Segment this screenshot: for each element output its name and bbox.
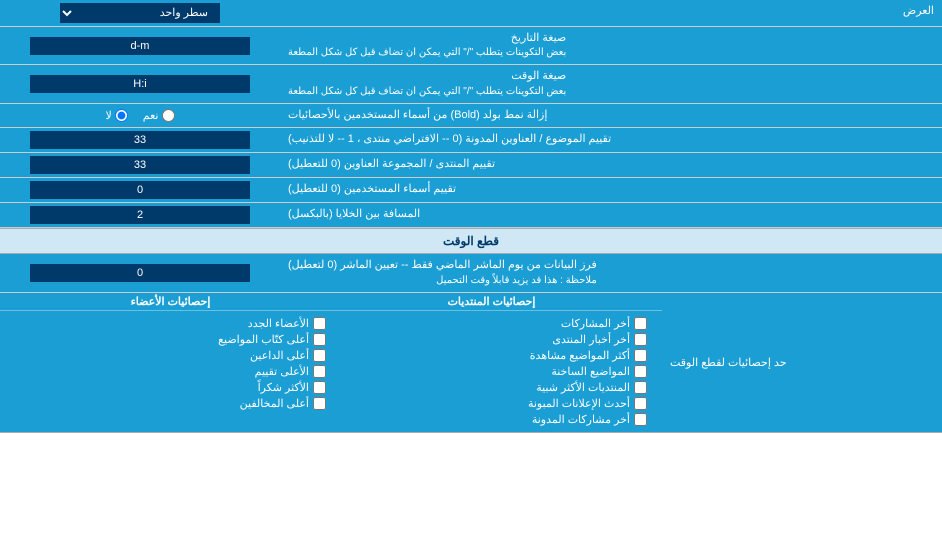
time-format-row: صيغة الوقت بعض التكوينات يتطلب "/" التي … [0, 65, 942, 103]
header-label: العرض [280, 0, 942, 26]
cb-col1-4[interactable]: المنتديات الأكثر شبية [336, 381, 647, 394]
sort-forum-input[interactable] [30, 156, 250, 174]
cb-col2-4[interactable]: الأكثر شكراً [15, 381, 326, 394]
sort-topics-row: تقييم الموضوع / العناوين المدونة (0 -- ا… [0, 128, 942, 153]
cb-col1-1[interactable]: أخر أخبار المنتدى [336, 333, 647, 346]
cb-col1-0[interactable]: أخر المشاركات [336, 317, 647, 330]
sort-topics-input[interactable] [30, 131, 250, 149]
time-format-input-cell[interactable] [0, 65, 280, 102]
sort-users-input[interactable] [30, 181, 250, 199]
sort-forum-input-cell[interactable] [0, 153, 280, 177]
cutoff-days-label: فرز البيانات من يوم الماشر الماضي فقط --… [280, 254, 942, 291]
bold-remove-radio-cell[interactable]: نعم لا [0, 104, 280, 127]
stats-limit-label: حد إحصائيات لقطع الوقت [662, 293, 942, 432]
cb-col2-3[interactable]: الأعلى تقييم [15, 365, 326, 378]
cell-spacing-input[interactable] [30, 206, 250, 224]
cb-col1-4-input[interactable] [634, 381, 647, 394]
cutoff-section-header: قطع الوقت [0, 228, 942, 254]
cb-col2-2[interactable]: أعلى الداعين [15, 349, 326, 362]
cutoff-days-input-cell[interactable] [0, 254, 280, 291]
bold-remove-row: إزالة نمط بولد (Bold) من أسماء المستخدمي… [0, 104, 942, 128]
cb-col2-1[interactable]: أعلى كتّاب المواضيع [15, 333, 326, 346]
col2-header: إحصائيات الأعضاء [10, 295, 331, 308]
cb-col1-5[interactable]: أحدث الإعلانات المبونة [336, 397, 647, 410]
sort-users-label: تقييم أسماء المستخدمين (0 للتعطيل) [280, 178, 942, 202]
view-select[interactable]: سطر واحدسطرينثلاثة أسطر [60, 3, 220, 23]
cb-col1-6[interactable]: أخر مشاركات المدونة [336, 413, 647, 426]
cb-col2-1-input[interactable] [313, 333, 326, 346]
cb-col1-6-input[interactable] [634, 413, 647, 426]
cell-spacing-row: المسافة بين الخلايا (بالبكسل) [0, 203, 942, 228]
header-row: العرض سطر واحدسطرينثلاثة أسطر [0, 0, 942, 27]
checkbox-col2: الأعضاء الجدد أعلى كتّاب المواضيع أعلى ا… [10, 315, 331, 428]
bold-no-label[interactable]: لا [106, 109, 128, 122]
col1-header: إحصائيات المنتديات [331, 295, 652, 308]
cb-col1-2[interactable]: أكثر المواضيع مشاهدة [336, 349, 647, 362]
cb-col2-5-input[interactable] [313, 397, 326, 410]
sort-users-row: تقييم أسماء المستخدمين (0 للتعطيل) [0, 178, 942, 203]
cb-col2-2-input[interactable] [313, 349, 326, 362]
cb-col2-0[interactable]: الأعضاء الجدد [15, 317, 326, 330]
cb-col1-3-input[interactable] [634, 365, 647, 378]
sort-forum-row: تقييم المنتدى / المجموعة العناوين (0 للت… [0, 153, 942, 178]
cb-col1-5-input[interactable] [634, 397, 647, 410]
cutoff-days-row: فرز البيانات من يوم الماشر الماضي فقط --… [0, 254, 942, 292]
sort-users-input-cell[interactable] [0, 178, 280, 202]
cb-col1-1-input[interactable] [634, 333, 647, 346]
time-format-label: صيغة الوقت بعض التكوينات يتطلب "/" التي … [280, 65, 942, 102]
bold-yes-radio[interactable] [162, 109, 175, 122]
cell-spacing-input-cell[interactable] [0, 203, 280, 227]
cb-col2-0-input[interactable] [313, 317, 326, 330]
cutoff-days-input[interactable] [30, 264, 250, 282]
date-format-label: صيغة التاريخ بعض التكوينات يتطلب "/" الت… [280, 27, 942, 64]
cb-col2-3-input[interactable] [313, 365, 326, 378]
sort-forum-label: تقييم المنتدى / المجموعة العناوين (0 للت… [280, 153, 942, 177]
cb-col2-4-input[interactable] [313, 381, 326, 394]
date-format-input[interactable] [30, 37, 250, 55]
date-format-row: صيغة التاريخ بعض التكوينات يتطلب "/" الت… [0, 27, 942, 65]
sort-topics-input-cell[interactable] [0, 128, 280, 152]
bold-no-radio[interactable] [115, 109, 128, 122]
checkbox-col1: أخر المشاركات أخر أخبار المنتدى أكثر الم… [331, 315, 652, 428]
cb-col2-5[interactable]: أعلى المخالفين [15, 397, 326, 410]
cell-spacing-label: المسافة بين الخلايا (بالبكسل) [280, 203, 942, 227]
time-format-input[interactable] [30, 75, 250, 93]
cb-col1-0-input[interactable] [634, 317, 647, 330]
bold-remove-label: إزالة نمط بولد (Bold) من أسماء المستخدمي… [280, 104, 942, 127]
cb-col1-3[interactable]: المواضيع الساخنة [336, 365, 647, 378]
sort-topics-label: تقييم الموضوع / العناوين المدونة (0 -- ا… [280, 128, 942, 152]
view-select-cell[interactable]: سطر واحدسطرينثلاثة أسطر [0, 0, 280, 26]
date-format-input-cell[interactable] [0, 27, 280, 64]
cb-col1-2-input[interactable] [634, 349, 647, 362]
bold-yes-label[interactable]: نعم [143, 109, 175, 122]
